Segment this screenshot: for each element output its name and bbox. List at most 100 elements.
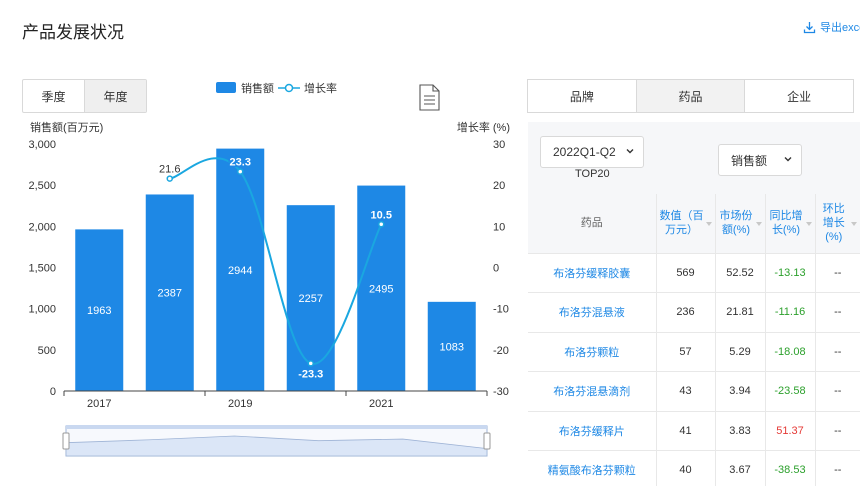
legend-bar-swatch [216, 82, 236, 93]
bar-value-label: 2387 [158, 288, 182, 300]
sort-icon [805, 222, 812, 226]
period-select[interactable]: 2022Q1-Q2 [540, 136, 644, 168]
bar-value-label: 1083 [440, 341, 464, 353]
growth-value-label: 23.3 [230, 157, 251, 169]
metric-select-value: 销售额 [731, 153, 768, 168]
dimension-tabs: 品牌 药品 企业 [527, 79, 854, 113]
cell-value: 40 [655, 450, 715, 486]
tab-drug[interactable]: 药品 [635, 80, 745, 112]
sort-icon [851, 222, 857, 226]
cell-yoy: -11.16 [764, 292, 815, 333]
cell-value: 569 [655, 253, 715, 293]
chevron-down-icon [626, 149, 634, 154]
growth-value-label: 21.6 [159, 164, 180, 176]
y-right-tick-label: -10 [493, 304, 509, 316]
legend-bar-label: 销售额 [241, 81, 274, 95]
growth-value-label: -23.3 [298, 368, 323, 380]
drug-name-link[interactable]: 布洛芬混悬滴剂 [528, 371, 656, 412]
cell-value: 236 [655, 292, 715, 333]
header-value[interactable]: 数值（百万元） [655, 194, 715, 254]
sales-growth-chart: 销售额 增长率 销售额(百万元) 增长率 (%) 0 500 1,000 1,500 2… [28, 81, 510, 457]
cell-value: 41 [655, 411, 715, 451]
cell-share: 5.29 [714, 332, 765, 372]
drug-name-link[interactable]: 精氨酸布洛芬颗粒 [528, 450, 656, 486]
zoom-slider[interactable] [62, 425, 491, 457]
zoom-top-bar[interactable] [66, 425, 487, 429]
tab-brand[interactable]: 品牌 [528, 80, 636, 112]
cell-yoy: -38.53 [764, 450, 815, 486]
growth-point[interactable] [166, 175, 173, 182]
x-tick-label: 2021 [369, 398, 393, 410]
growth-point[interactable] [237, 168, 244, 175]
header-yoy-label: 同比增长(%) [769, 210, 803, 237]
header-share[interactable]: 市场份额(%) [714, 194, 765, 254]
y-right-tick-label: 30 [493, 139, 505, 151]
cell-share: 3.94 [714, 371, 765, 412]
export-excel-button[interactable]: 导出excel [803, 19, 860, 35]
cell-yoy: -23.58 [764, 371, 815, 412]
page-title: 产品发展状况 [22, 23, 124, 42]
cell-mom: -- [814, 292, 860, 333]
table-row: 布洛芬缓释片 41 3.83 51.37 -- [528, 411, 860, 451]
zoom-handle-right[interactable] [483, 432, 491, 450]
header-yoy[interactable]: 同比增长(%) [764, 194, 815, 254]
chevron-down-icon [784, 157, 792, 162]
y-left-tick-label: 3,000 [28, 139, 56, 151]
filter-area: 2022Q1-Q2 TOP20 销售额 [528, 122, 860, 194]
y-left-tick-label: 2,000 [28, 221, 56, 233]
cell-share: 3.83 [714, 411, 765, 451]
table-header-row: 药品 数值（百万元） 市场份额(%) 同比增长(%) 环比增长(%) [528, 194, 860, 254]
cell-mom: -- [814, 332, 860, 372]
cell-yoy: -18.08 [764, 332, 815, 372]
cell-share: 21.81 [714, 292, 765, 333]
header-mom[interactable]: 环比增长(%) [814, 194, 860, 254]
legend-line-label: 增长率 [304, 81, 337, 95]
metric-select[interactable]: 销售额 [718, 144, 802, 176]
growth-point[interactable] [307, 360, 314, 367]
cell-yoy: -13.13 [764, 253, 815, 293]
y-left-tick-label: 500 [38, 345, 56, 357]
plot-area: 0 500 1,000 1,500 2,000 2,500 3,000 -30 -20 -10 0 1… [28, 139, 508, 410]
table-row: 布洛芬混悬滴剂 43 3.94 -23.58 -- [528, 371, 860, 412]
y-left-tick-label: 1,000 [28, 304, 56, 316]
sort-icon [705, 222, 712, 226]
cell-share: 52.52 [714, 253, 765, 293]
drug-name-link[interactable]: 布洛芬混悬液 [528, 292, 656, 333]
period-select-value: 2022Q1-Q2 [553, 145, 616, 159]
tab-company[interactable]: 企业 [744, 80, 853, 112]
bar-value-label: 2944 [228, 265, 252, 277]
cell-value: 43 [655, 371, 715, 412]
header-drug: 药品 [528, 194, 656, 254]
zoom-handle-left[interactable] [62, 432, 70, 450]
growth-value-label: 10.5 [371, 209, 392, 221]
export-label: 导出excel [820, 22, 860, 34]
growth-point[interactable] [378, 221, 385, 228]
x-tick-label: 2017 [87, 398, 111, 410]
page: 产品发展状况 导出excel 季度 年度 销售额 增长率 销售额(百万元) 增长… [0, 0, 860, 486]
bar-value-label: 1963 [87, 305, 111, 317]
drug-name-link[interactable]: 布洛芬颗粒 [528, 332, 656, 372]
table-row: 布洛芬缓释胶囊 569 52.52 -13.13 -- [528, 253, 860, 293]
drug-ranking-table: 药品 数值（百万元） 市场份额(%) 同比增长(%) 环比增长(%) 布洛芬缓释… [528, 194, 860, 486]
x-tick-label: 2019 [228, 398, 252, 410]
legend-line-marker [284, 83, 294, 93]
cell-share: 3.67 [714, 450, 765, 486]
bar-value-label: 2257 [299, 293, 323, 305]
table-row: 精氨酸布洛芬颗粒 40 3.67 -38.53 -- [528, 450, 860, 486]
drug-name-link[interactable]: 布洛芬缓释胶囊 [528, 253, 656, 293]
header-share-label: 市场份额(%) [719, 210, 753, 237]
y-left-tick-label: 2,500 [28, 180, 56, 192]
cell-value: 57 [655, 332, 715, 372]
top-count-label: TOP20 [575, 168, 610, 180]
y-right-tick-label: 20 [493, 180, 505, 192]
growth-rate-line [169, 157, 383, 365]
cell-mom: -- [814, 411, 860, 451]
cell-mom: -- [814, 450, 860, 486]
chart-legend[interactable]: 销售额 增长率 [216, 81, 337, 95]
drug-name-link[interactable]: 布洛芬缓释片 [528, 411, 656, 451]
cell-yoy: 51.37 [764, 411, 815, 451]
header-value-label: 数值（百万元） [659, 210, 704, 237]
y-right-tick-label: 10 [493, 221, 505, 233]
bar-value-label: 2495 [369, 283, 393, 295]
y-left-tick-label: 1,500 [28, 263, 56, 275]
